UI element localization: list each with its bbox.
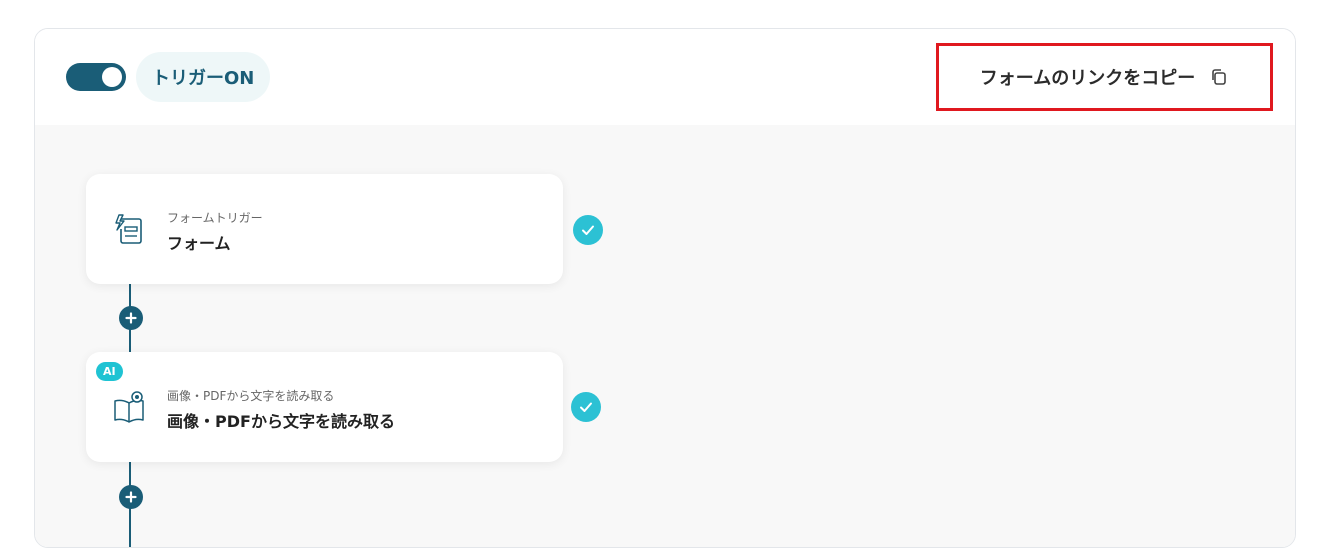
step-complete-check — [573, 215, 603, 245]
flow-canvas: フォームトリガー フォーム AI 画像・PDFから文字を読み取る 画像・PDFか… — [35, 125, 1295, 547]
flow-step-ocr[interactable]: AI 画像・PDFから文字を読み取る 画像・PDFから文字を読み取る — [86, 352, 563, 462]
trigger-status-pill: トリガーON — [136, 52, 271, 102]
step-title: フォーム — [167, 234, 231, 253]
plus-icon — [125, 491, 137, 503]
ai-badge-label: AI — [103, 365, 116, 378]
plus-icon — [125, 312, 137, 324]
add-step-button[interactable] — [119, 306, 143, 330]
step-sub-label: 画像・PDFから文字を読み取る — [167, 389, 335, 403]
copy-icon — [1212, 69, 1227, 85]
toggle-knob — [102, 67, 122, 87]
ocr-book-icon — [114, 391, 144, 423]
check-icon — [580, 402, 592, 412]
copy-form-link-button[interactable]: フォームのリンクをコピー — [980, 64, 1229, 90]
ai-badge: AI — [96, 362, 123, 381]
copy-form-link-label: フォームのリンクをコピー — [979, 68, 1196, 89]
step-sub-label: フォームトリガー — [167, 211, 263, 225]
check-icon — [582, 225, 594, 235]
add-step-button[interactable] — [119, 485, 143, 509]
step-title: 画像・PDFから文字を読み取る — [167, 412, 395, 431]
copy-link-highlight: フォームのリンクをコピー — [936, 43, 1273, 111]
trigger-status-label: トリガーON — [152, 68, 255, 89]
flow-panel: トリガーON フォームのリンクをコピー フォームトリガー フォーム AI 画像・… — [34, 28, 1296, 548]
trigger-toggle[interactable] — [66, 63, 126, 91]
flow-step-form-trigger[interactable]: フォームトリガー フォーム — [86, 174, 563, 284]
flow-header: トリガーON フォームのリンクをコピー — [35, 29, 1295, 126]
form-trigger-icon — [115, 214, 142, 244]
step-complete-check — [571, 392, 601, 422]
